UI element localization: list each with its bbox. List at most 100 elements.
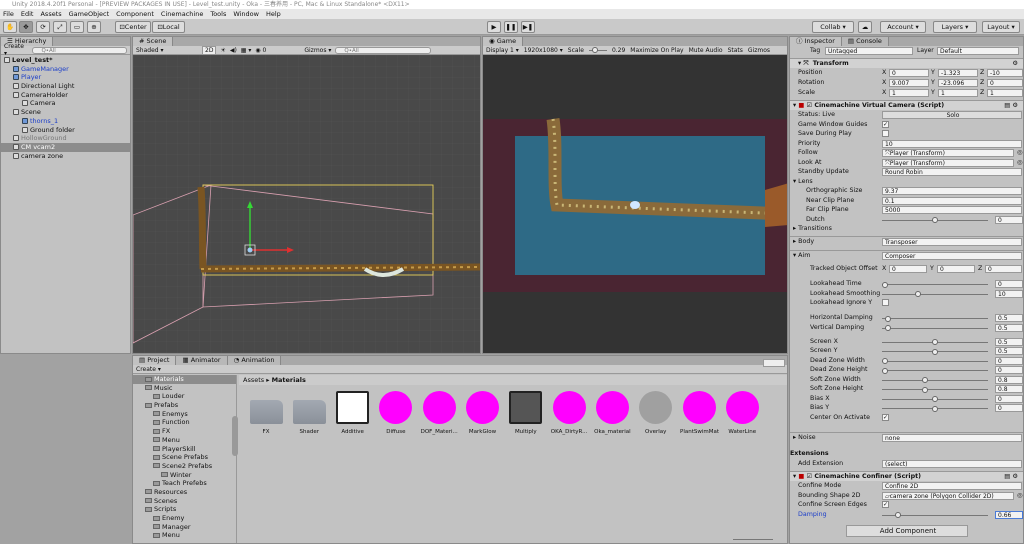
project-tree-item[interactable]: Enemy [133,514,236,523]
noise-dropdown[interactable]: none [882,434,1022,442]
player-sprite[interactable] [247,247,253,253]
position-x-field[interactable]: 0 [889,69,929,77]
play-button[interactable]: ▶ [487,21,501,33]
mute-audio-toggle[interactable]: Mute Audio [689,47,723,54]
tracked-y-field[interactable]: 0 [937,265,975,273]
audio-toggle-icon[interactable]: ◀) [230,47,237,54]
hierarchy-item[interactable]: GameManager [1,65,130,74]
project-tree-item[interactable]: Menu [133,531,236,540]
cloud-icon[interactable]: ☁ [858,21,872,33]
hierarchy-search-input[interactable]: Q•All [32,46,127,54]
dzh-slider-knob[interactable] [882,367,888,374]
project-tree-item[interactable]: Materials [133,375,236,384]
2d-toggle[interactable]: 2D [202,45,217,55]
hierarchy-item[interactable]: CM vcam2 [1,142,130,152]
tab-scene[interactable]: # Scene [133,37,174,46]
screenx-slider-knob[interactable] [932,339,938,345]
project-tree-item[interactable]: Function [133,418,236,427]
follow-picker-icon[interactable]: ◎ [1017,148,1023,158]
dzh-slider-track[interactable] [882,370,988,371]
center-on-activate-checkbox[interactable]: ✓ [882,413,889,421]
position-y-field[interactable]: -1.323 [938,69,978,77]
shading-mode-dropdown[interactable]: Shaded ▾ [136,47,198,54]
project-tree-item[interactable]: Resources [133,488,236,497]
hdamp-slider-knob[interactable] [884,315,891,322]
maximize-on-play-toggle[interactable]: Maximize On Play [630,47,683,54]
menu-cinemachine[interactable]: Cinemachine [161,10,203,18]
priority-field[interactable]: 10 [882,139,1022,148]
hdamp-field[interactable]: 0.5 [995,314,1023,322]
menu-component[interactable]: Component [116,10,154,18]
pivot-center-toggle[interactable]: ⊡ Center [115,21,151,33]
project-tree-item[interactable]: Manager [133,523,236,532]
asset-item[interactable]: Oka_material [593,391,631,435]
menu-file[interactable]: File [3,10,14,18]
thumbnail-size-slider[interactable] [733,539,773,540]
dutch-field[interactable]: 0 [995,215,1023,224]
asset-item[interactable]: FX [247,391,285,435]
lookat-picker-icon[interactable]: ◎ [1017,158,1023,168]
near-clip-field[interactable]: 0.1 [882,196,1022,205]
szw-field[interactable]: 0.8 [995,375,1023,384]
tracked-x-field[interactable]: 0 [889,265,927,273]
szh-slider-knob[interactable] [922,386,928,393]
add-component-button[interactable]: Add Component [846,525,968,537]
asset-item[interactable]: Diffuse [377,391,415,435]
far-clip-field[interactable]: 5000 [882,206,1022,214]
menu-assets[interactable]: Assets [40,10,61,18]
asset-item[interactable]: PlantSwimMat [680,391,719,435]
szh-field[interactable]: 0.8 [995,385,1023,393]
dzw-slider-knob[interactable] [882,358,888,364]
solo-button[interactable]: Solo [882,111,1022,119]
rotation-y-field[interactable]: -23.096 [938,79,978,87]
dzw-slider-track[interactable] [882,360,988,362]
scale-tool-icon[interactable]: ⤢ [53,21,67,33]
tab-game[interactable]: ◉ Game [483,37,524,46]
scale-slider[interactable] [588,46,607,53]
project-tree-item[interactable]: PlayerSkill [133,445,236,454]
lookahead_time-field[interactable]: 0 [995,280,1023,288]
scale-y-field[interactable]: 1 [938,89,978,97]
lighting-toggle-icon[interactable]: ☀ [220,47,225,54]
asset-item[interactable]: OKA_DirtyR... [550,391,588,435]
hierarchy-item[interactable]: Camera [1,99,130,108]
screeny-field[interactable]: 0.5 [995,347,1023,355]
tree-scrollbar[interactable] [232,416,238,456]
vcam-header[interactable]: ▾ ■ ☑ Cinemachine Virtual Camera (Script… [790,100,1023,110]
tracked-z-field[interactable]: 0 [985,265,1022,273]
lookahead_smooth-slider-track[interactable] [882,293,988,295]
rotation-x-field[interactable]: 9.007 [889,79,929,87]
biasy-slider-knob[interactable] [932,405,938,412]
project-tree-item[interactable]: Enemys [133,410,236,419]
project-tree-item[interactable]: Teach Prefebs [133,479,236,488]
standby-dropdown[interactable]: Round Robin [882,168,1022,176]
hierarchy-item[interactable]: camera zone [1,152,130,161]
hierarchy-item[interactable]: Level_test* [1,56,130,65]
tag-dropdown[interactable]: Untagged [825,47,913,55]
collab-button[interactable]: Collab ▾ [812,21,854,33]
hierarchy-item[interactable]: Ground folder [1,126,130,135]
rect-tool-icon[interactable]: ▭ [70,21,84,33]
project-tree-item[interactable]: Scenes [133,497,236,506]
screenx-field[interactable]: 0.5 [995,337,1023,346]
scene-search-input[interactable]: Q•All [335,46,432,54]
szw-slider-track[interactable] [882,379,988,381]
lookahead-ignore-y-checkbox[interactable] [882,299,889,306]
menu-edit[interactable]: Edit [21,10,34,18]
dzh-field[interactable]: 0 [995,366,1023,374]
lookahead_smooth-slider-knob[interactable] [915,291,921,297]
menu-window[interactable]: Window [233,10,259,18]
lookahead_smooth-field[interactable]: 10 [995,289,1023,298]
asset-item[interactable]: Overlay [637,391,675,435]
dutch-slider-knob[interactable] [932,217,938,223]
save-during-play-checkbox[interactable] [882,130,889,137]
stats-toggle[interactable]: Stats [728,47,743,54]
lookat-field[interactable]: ⤧Player (Transform) [882,158,1014,167]
menu-help[interactable]: Help [266,10,281,18]
hdamp-slider-track[interactable] [882,318,988,319]
szw-slider-knob[interactable] [922,377,928,383]
project-tree-item[interactable]: FX [133,427,236,436]
asset-item[interactable]: Shader [290,391,328,435]
scale-z-field[interactable]: 1 [987,89,1023,97]
menu-gameobject[interactable]: GameObject [69,10,110,18]
